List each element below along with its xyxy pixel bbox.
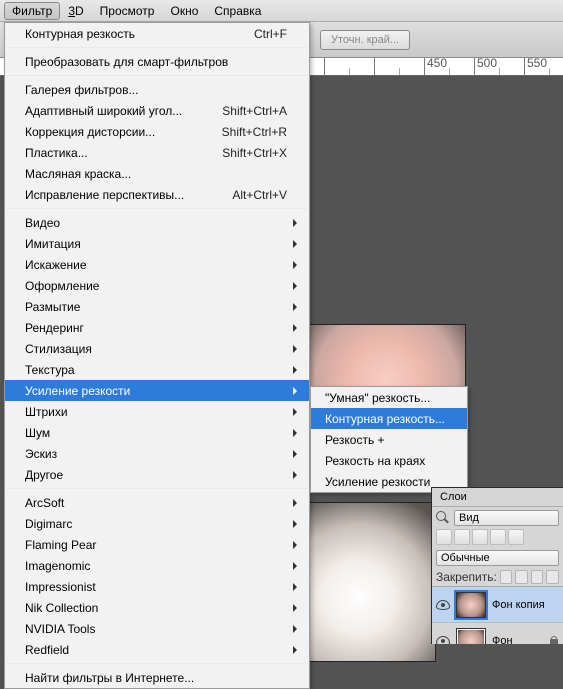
visibility-eye-icon[interactable] [436,598,450,612]
submenu-sharpen-more[interactable]: Резкость + [311,429,467,450]
menu-item-liquify[interactable]: Пластика...Shift+Ctrl+X [5,142,309,163]
sharpen-submenu: "Умная" резкость... Контурная резкость..… [310,386,468,493]
visibility-eye-icon[interactable] [436,634,450,645]
layer-name[interactable]: Фон [492,635,513,645]
layer-thumbnail[interactable] [456,592,486,618]
layer-thumbnail[interactable] [456,628,486,645]
lock-label: Закрепить: [436,570,497,584]
ruler-tick: 550 [524,58,547,76]
menu-item-blur[interactable]: Размытие [5,296,309,317]
layer-filter-kind-select[interactable]: Вид [454,510,559,526]
menu-item-convert-smart[interactable]: Преобразовать для смарт-фильтров [5,51,309,72]
layers-tab[interactable]: Слои [432,488,563,507]
menu-item-other[interactable]: Другое [5,464,309,485]
menu-item-artistic[interactable]: Имитация [5,233,309,254]
filter-shape-icon[interactable] [490,529,506,545]
layer-row[interactable]: Фон копия [432,587,563,623]
menu-item-arcsoft[interactable]: ArcSoft [5,492,309,513]
menu-item-impressionist[interactable]: Impressionist [5,576,309,597]
lock-transparent-icon[interactable] [500,570,513,584]
menu-item-brush-strokes[interactable]: Штрихи [5,401,309,422]
lock-all-icon[interactable] [546,570,559,584]
refine-edge-button[interactable]: Уточн. край... [320,30,410,50]
menu-item-sharpen[interactable]: Усиление резкости [5,380,309,401]
ruler-tick [324,58,327,76]
search-icon [436,511,450,525]
filter-type-icon[interactable] [472,529,488,545]
filter-smart-icon[interactable] [508,529,524,545]
menu-item-oil-paint[interactable]: Масляная краска... [5,163,309,184]
ruler-tick: 450 [424,58,447,76]
menu-window[interactable]: Окно [162,2,206,20]
menu-item-redfield[interactable]: Redfield [5,639,309,660]
menu-item-imagenomic[interactable]: Imagenomic [5,555,309,576]
filter-pixel-icon[interactable] [436,529,452,545]
menu-item-texture[interactable]: Текстура [5,359,309,380]
layer-list: Фон копия Фон [432,586,563,644]
menu-item-browse-filters-online[interactable]: Найти фильтры в Интернете... [5,667,309,688]
lock-image-icon[interactable] [515,570,528,584]
menubar: Фильтр 3D Просмотр Окно Справка [0,0,563,22]
layers-panel: Слои Вид Обычные Закрепить: Фон копия Фо… [431,487,563,644]
layer-row[interactable]: Фон [432,623,563,644]
ruler-tick: 500 [474,58,497,76]
menu-item-lens-correction[interactable]: Коррекция дисторсии...Shift+Ctrl+R [5,121,309,142]
lock-icon [549,636,559,645]
submenu-sharpen-edges[interactable]: Резкость на краях [311,450,467,471]
layer-name[interactable]: Фон копия [492,599,545,611]
menu-item-digimarc[interactable]: Digimarc [5,513,309,534]
menu-item-sketch[interactable]: Эскиз [5,443,309,464]
document-image-preview [306,502,436,662]
menu-item-stylize[interactable]: Стилизация [5,338,309,359]
menu-item-last-filter[interactable]: Контурная резкостьCtrl+F [5,23,309,44]
menu-item-distort[interactable]: Искажение [5,254,309,275]
menu-filter[interactable]: Фильтр [4,2,60,20]
menu-item-render[interactable]: Рендеринг [5,317,309,338]
menu-item-filter-gallery[interactable]: Галерея фильтров... [5,79,309,100]
menu-item-nik-collection[interactable]: Nik Collection [5,597,309,618]
filter-menu: Контурная резкостьCtrl+F Преобразовать д… [4,22,310,689]
lock-position-icon[interactable] [531,570,544,584]
submenu-smart-sharpen[interactable]: "Умная" резкость... [311,387,467,408]
menu-item-noise[interactable]: Шум [5,422,309,443]
menu-item-pixelate[interactable]: Оформление [5,275,309,296]
menu-item-video[interactable]: Видео [5,212,309,233]
menu-3d[interactable]: 3D [60,2,91,20]
ruler-tick [374,58,377,76]
blend-mode-select[interactable]: Обычные [436,550,559,566]
menu-item-adaptive-wide-angle[interactable]: Адаптивный широкий угол...Shift+Ctrl+A [5,100,309,121]
filter-adjustment-icon[interactable] [454,529,470,545]
menu-item-flaming-pear[interactable]: Flaming Pear [5,534,309,555]
menu-item-nvidia-tools[interactable]: NVIDIA Tools [5,618,309,639]
layer-filter-icons [432,529,563,548]
menu-view[interactable]: Просмотр [92,2,163,20]
menu-help[interactable]: Справка [206,2,269,20]
submenu-unsharp-mask[interactable]: Контурная резкость... [311,408,467,429]
menu-item-vanishing-point[interactable]: Исправление перспективы...Alt+Ctrl+V [5,184,309,205]
